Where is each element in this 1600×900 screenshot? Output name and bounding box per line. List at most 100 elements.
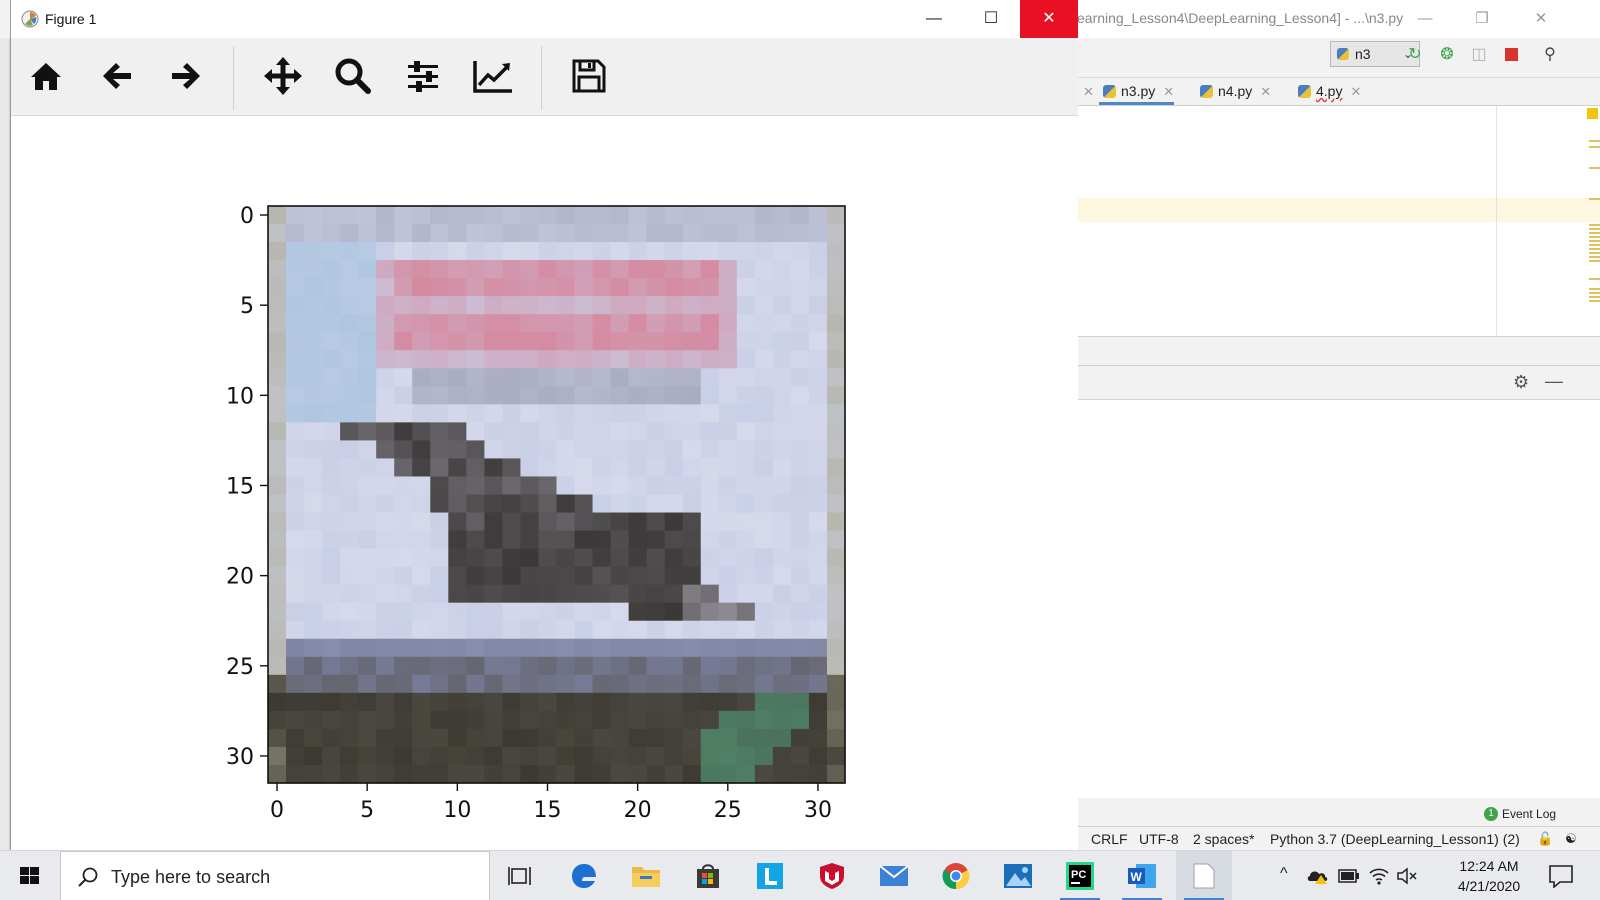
mail-app[interactable] — [866, 851, 922, 900]
back-button[interactable] — [95, 54, 139, 98]
gear-icon[interactable]: ⚙ — [1513, 372, 1529, 393]
image-pixel — [340, 386, 359, 405]
home-icon — [31, 63, 61, 90]
chevron-up-icon[interactable]: ^ — [1280, 865, 1288, 883]
pycharm-app[interactable]: PC — [1052, 851, 1108, 900]
tab-close-icon[interactable]: ✕ — [1083, 84, 1094, 100]
pan-button[interactable] — [261, 54, 305, 98]
stop-icon[interactable] — [1502, 46, 1520, 64]
image-pixel — [484, 584, 504, 604]
image-pixel — [340, 638, 359, 658]
inspector-icon[interactable]: ☯ — [1565, 828, 1577, 850]
y-axis: 0 5 10 15 20 25 30 — [226, 204, 268, 770]
image-pixel — [718, 206, 738, 225]
image-plot[interactable]: 0 5 10 15 20 25 30 0 5 10 15 20 25 30 — [11, 116, 1078, 850]
ide-restore-button[interactable]: ❐ — [1470, 8, 1494, 30]
image-pixel — [754, 278, 774, 297]
image-pixel — [520, 494, 540, 514]
ide-side-strip — [0, 38, 10, 850]
edge-app[interactable] — [556, 851, 612, 900]
event-log-button[interactable]: 1 Event Log — [1484, 805, 1556, 823]
tab-n3[interactable]: n3.py ✕ — [1099, 78, 1175, 105]
image-pixel — [718, 566, 738, 586]
chrome-app[interactable] — [928, 851, 984, 900]
image-pixel — [412, 224, 431, 243]
action-center-icon[interactable] — [1548, 864, 1574, 888]
event-count-badge: 1 — [1484, 807, 1498, 821]
notepad-app[interactable] — [1176, 851, 1232, 900]
image-pixel — [322, 332, 341, 351]
rerun-icon[interactable]: ↻ — [1406, 46, 1424, 64]
run-output-panel[interactable] — [1077, 400, 1600, 798]
code-editor[interactable] — [1077, 106, 1600, 336]
debug-bug-icon[interactable]: ❂ — [1438, 46, 1456, 64]
image-pixel — [718, 278, 738, 297]
image-pixel — [430, 296, 449, 315]
save-button[interactable] — [567, 54, 611, 98]
image-pixel — [466, 404, 485, 423]
figure-close-button[interactable]: ✕ — [1020, 0, 1078, 38]
image-pixel — [754, 404, 774, 423]
clock-date[interactable]: 4/21/2020 — [1448, 878, 1530, 894]
image-pixel — [520, 728, 540, 748]
tab-close-icon[interactable]: ✕ — [1350, 84, 1361, 99]
image-pixel — [394, 278, 413, 297]
home-button[interactable] — [24, 54, 68, 98]
file-explorer-app[interactable] — [618, 851, 674, 900]
tab-4[interactable]: 4.py ✕ — [1294, 78, 1361, 105]
tab-n4[interactable]: n4.py ✕ — [1196, 78, 1271, 105]
tab-close-icon[interactable]: ✕ — [1260, 84, 1271, 99]
start-button[interactable] — [0, 851, 60, 900]
ide-close-button[interactable]: ✕ — [1529, 8, 1553, 30]
l-app[interactable] — [742, 851, 798, 900]
zoom-button[interactable] — [331, 54, 375, 98]
hide-panel-icon[interactable]: — — [1545, 371, 1563, 392]
image-pixel — [664, 512, 684, 532]
store-app[interactable] — [680, 851, 736, 900]
mcafee-app[interactable] — [804, 851, 860, 900]
search-icon[interactable]: ⚲ — [1541, 46, 1559, 64]
wifi-icon[interactable] — [1368, 866, 1390, 886]
lock-icon[interactable]: 🔓 — [1537, 828, 1553, 850]
image-pixel — [574, 350, 594, 369]
task-view-button[interactable] — [492, 851, 548, 900]
encoding-status[interactable]: UTF-8 — [1139, 828, 1179, 850]
image-pixel — [718, 512, 738, 532]
interpreter-status[interactable]: Python 3.7 (DeepLearning_Lesson1) (2) — [1270, 828, 1520, 850]
configure-subplots-button[interactable] — [401, 54, 445, 98]
image-pixel — [754, 728, 774, 748]
line-separator-status[interactable]: CRLF — [1091, 828, 1128, 850]
image-pixel — [466, 206, 485, 225]
image-pixel — [466, 278, 485, 297]
image-pixel — [412, 548, 431, 568]
figure-maximize-button[interactable]: ☐ — [963, 0, 1019, 38]
image-pixel — [286, 476, 305, 496]
word-app[interactable]: W — [1114, 851, 1170, 900]
forward-button[interactable] — [164, 54, 208, 98]
clock-time[interactable]: 12:24 AM — [1448, 858, 1530, 874]
indent-status[interactable]: 2 spaces* — [1193, 828, 1254, 850]
image-pixel — [412, 710, 431, 730]
warning-marker-icon[interactable] — [1587, 108, 1598, 119]
tab-close-icon[interactable]: ✕ — [1163, 84, 1174, 99]
onedrive-warning-icon[interactable] — [1306, 867, 1330, 885]
edit-axis-button[interactable] — [471, 54, 515, 98]
ide-minimize-button[interactable]: — — [1413, 8, 1437, 30]
image-pixel — [502, 692, 522, 712]
taskbar-search-box[interactable]: Type here to search — [60, 851, 490, 900]
figure-minimize-button[interactable]: — — [906, 0, 962, 38]
image-pixel — [808, 764, 828, 784]
image-pixel — [448, 512, 467, 532]
battery-icon[interactable] — [1338, 869, 1360, 883]
image-pixel — [574, 494, 594, 514]
image-pixel — [484, 368, 504, 387]
coverage-icon[interactable]: ◫ — [1470, 46, 1488, 64]
figure-canvas[interactable]: 0 5 10 15 20 25 30 0 5 10 15 20 25 30 — [11, 116, 1078, 850]
image-pixel — [700, 278, 720, 297]
image-pixel — [430, 260, 449, 279]
image-pixel — [340, 260, 359, 279]
image-pixel — [772, 638, 792, 658]
photos-app[interactable] — [990, 851, 1046, 900]
arrow-left-icon — [103, 63, 131, 89]
volume-muted-icon[interactable] — [1396, 866, 1418, 886]
